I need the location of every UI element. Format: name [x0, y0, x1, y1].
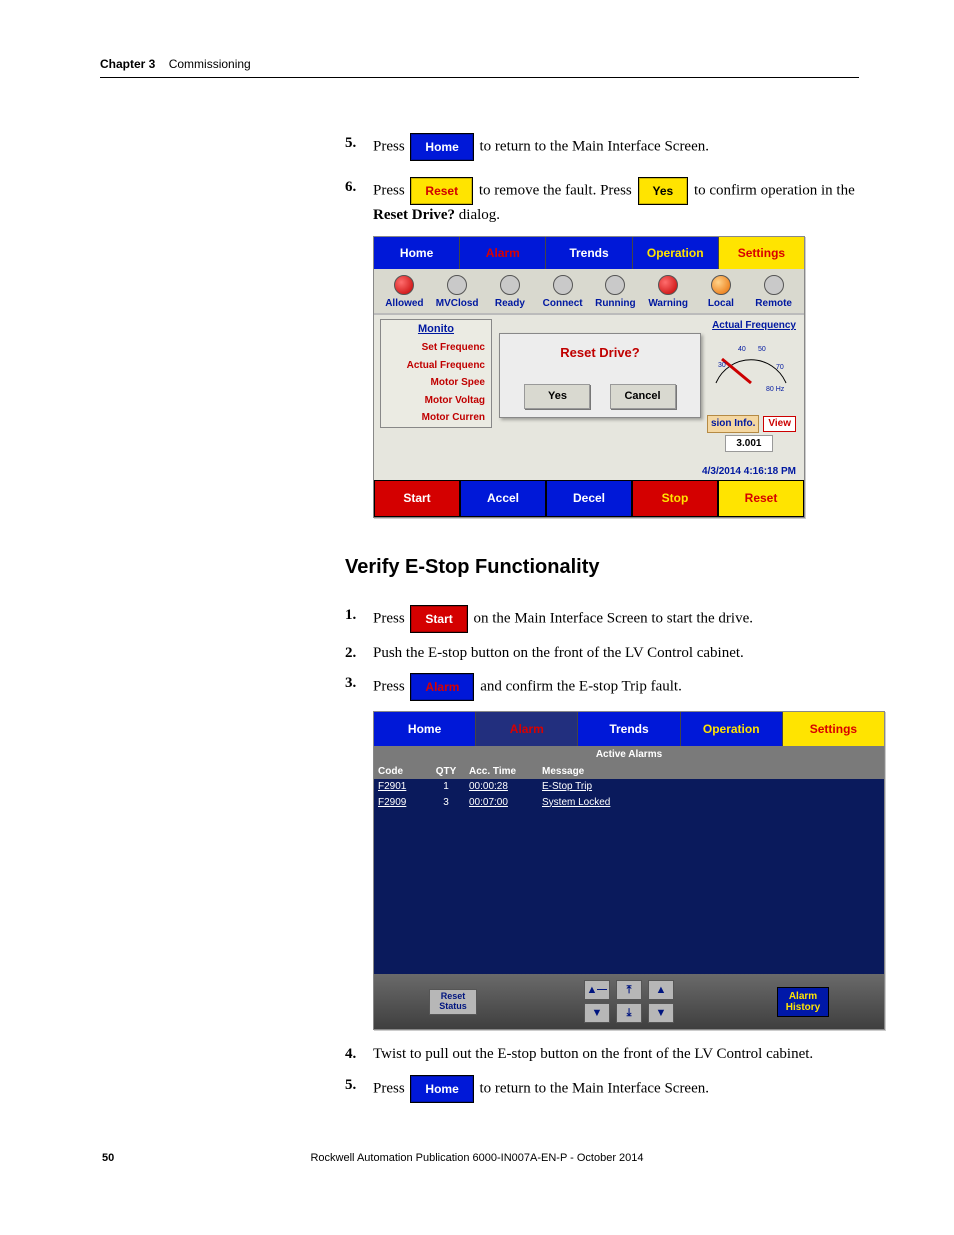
line-down-icon[interactable]: ▼ [648, 1003, 674, 1023]
alarm-columns: Code QTY Acc. Time Message [374, 764, 884, 780]
start-button[interactable]: Start [374, 480, 460, 516]
step-1b: Press Start on the Main Interface Screen… [345, 605, 894, 633]
tab2-trends[interactable]: Trends [578, 712, 680, 746]
step-5c: Press Home to return to the Main Interfa… [345, 1075, 894, 1103]
page-up-icon[interactable]: ⤒ [616, 980, 642, 1000]
section-heading: Verify E-Stop Functionality [345, 556, 954, 579]
alarm-footer-bar: Reset Status ▲ ▼ ⤒ ⤓ ▲ ▼ Alarm Histo [374, 974, 884, 1029]
tab2-alarm[interactable]: Alarm [476, 712, 578, 746]
tab-settings[interactable]: Settings [719, 237, 804, 269]
step-5a: Press Home to return to the Main Interfa… [345, 133, 859, 161]
accel-button[interactable]: Accel [460, 480, 546, 516]
publication-id: Rockwell Automation Publication 6000-IN0… [0, 1152, 954, 1164]
svg-text:30: 30 [718, 362, 726, 369]
step-2b: Push the E-stop button on the front of t… [345, 643, 894, 663]
lamp-connect-icon [553, 275, 573, 295]
dialog-yes-button[interactable]: Yes [524, 384, 590, 409]
tab-home[interactable]: Home [374, 237, 460, 269]
svg-text:50: 50 [758, 346, 766, 353]
step-list-a: Press Home to return to the Main Interfa… [345, 133, 859, 226]
lamp-mvclosd-icon [447, 275, 467, 295]
reset-drive-dialog: Reset Drive? Yes Cancel [499, 333, 701, 417]
step-3b: Press Alarm and confirm the E-stop Trip … [345, 673, 894, 701]
page-header: Chapter 3 Commissioning [100, 55, 859, 78]
scroll-top-icon[interactable]: ▲ [584, 980, 610, 1000]
tab2-home[interactable]: Home [374, 712, 476, 746]
top-tab-bar: Home Alarm Trends Operation Settings [374, 237, 804, 269]
svg-text:80 Hz: 80 Hz [766, 386, 785, 393]
alarm-inline-button[interactable]: Alarm [410, 673, 474, 701]
alarm-top-tab-bar: Home Alarm Trends Operation Settings [374, 712, 884, 746]
step-list-c: Twist to pull out the E-stop button on t… [345, 1044, 894, 1102]
lamp-remote-icon [764, 275, 784, 295]
page-down-icon[interactable]: ⤓ [616, 1003, 642, 1023]
tab-operation[interactable]: Operation [633, 237, 719, 269]
reset-status-button[interactable]: Reset Status [429, 989, 477, 1015]
lamp-running-icon [605, 275, 625, 295]
lamp-warning-icon [658, 275, 678, 295]
gauge-icon: 30 40 50 70 80 Hz [706, 333, 796, 393]
stop-button[interactable]: Stop [632, 480, 718, 516]
home-button[interactable]: Home [410, 133, 473, 161]
alarm-body: F2901 1 00:00:28 E-Stop Trip F2909 3 00:… [374, 779, 884, 974]
yes-button[interactable]: Yes [638, 177, 689, 205]
start-inline-button[interactable]: Start [410, 605, 467, 633]
dialog-title: Reset Drive? [500, 344, 700, 362]
reset-button[interactable]: Reset [410, 177, 473, 205]
lamp-local-icon [711, 275, 731, 295]
tab-alarm[interactable]: Alarm [460, 237, 546, 269]
frequency-gauge: Actual Frequency 30 40 50 70 80 Hz [706, 319, 796, 393]
status-lamp-row: Allowed MVClosd Ready Connect Running Wa… [374, 269, 804, 316]
active-alarms-header: Active Alarms [374, 746, 884, 764]
lamp-allowed-icon [394, 275, 414, 295]
alarm-row: F2901 1 00:00:28 E-Stop Trip [374, 779, 884, 795]
decel-button[interactable]: Decel [546, 480, 632, 516]
monitor-side-list: Monito Set Frequenc Actual Frequenc Moto… [380, 319, 492, 427]
lamp-ready-icon [500, 275, 520, 295]
line-up-icon[interactable]: ▲ [648, 980, 674, 1000]
tab-trends[interactable]: Trends [546, 237, 632, 269]
reset-bottom-button[interactable]: Reset [718, 480, 804, 516]
chapter-label: Chapter 3 [100, 57, 155, 71]
version-value: 3.001 [725, 435, 773, 453]
dialog-cancel-button[interactable]: Cancel [610, 384, 676, 409]
home-inline-button-2[interactable]: Home [410, 1075, 473, 1103]
step-list-b: Press Start on the Main Interface Screen… [345, 605, 894, 702]
view-button[interactable]: View [763, 416, 796, 432]
hmi-screenshot-reset-drive: Home Alarm Trends Operation Settings All… [373, 236, 805, 518]
version-info: sion Info.View 3.001 [707, 415, 796, 452]
hmi-screenshot-alarms: Home Alarm Trends Operation Settings Act… [373, 711, 885, 1030]
steps-b-container: Press Start on the Main Interface Screen… [345, 605, 894, 1103]
tab2-operation[interactable]: Operation [681, 712, 783, 746]
scroll-bottom-icon[interactable]: ▼ [584, 1003, 610, 1023]
svg-text:70: 70 [776, 364, 784, 371]
timestamp: 4/3/2014 4:16:18 PM [702, 465, 796, 479]
alarm-row: F2909 3 00:07:00 System Locked [374, 795, 884, 811]
step-6a: Press Reset to remove the fault. Press Y… [345, 177, 859, 225]
bottom-button-bar: Start Accel Decel Stop Reset [374, 480, 804, 516]
tab2-settings[interactable]: Settings [783, 712, 884, 746]
alarm-history-button[interactable]: Alarm History [777, 987, 829, 1017]
chapter-title: Commissioning [169, 57, 251, 71]
step-4c: Twist to pull out the E-stop button on t… [345, 1044, 894, 1064]
svg-text:40: 40 [738, 346, 746, 353]
